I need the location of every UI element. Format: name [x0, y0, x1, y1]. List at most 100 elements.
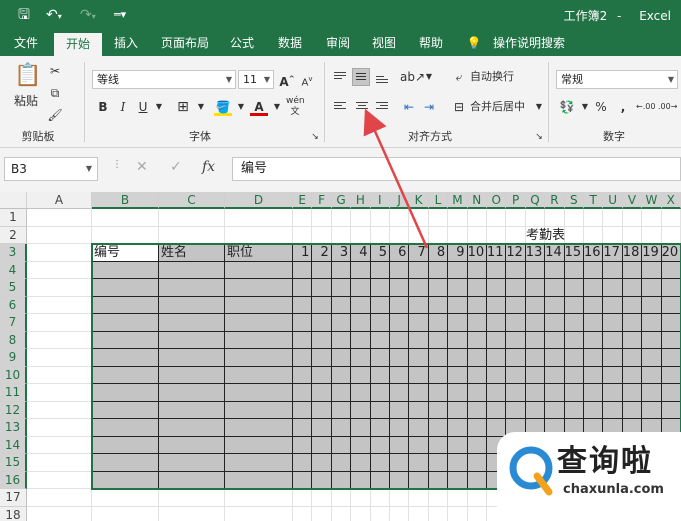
row-header-16[interactable]: 16 [0, 471, 27, 489]
table-cell[interactable] [351, 261, 371, 279]
table-cell[interactable] [312, 471, 332, 489]
table-cell[interactable] [428, 296, 449, 314]
table-cell[interactable] [487, 314, 507, 332]
table-cell[interactable] [370, 384, 390, 402]
table-cell[interactable] [293, 331, 313, 349]
table-cell[interactable] [428, 349, 449, 367]
cell[interactable] [584, 226, 604, 244]
cell[interactable] [525, 209, 546, 227]
table-cell[interactable] [390, 384, 410, 402]
cell[interactable] [312, 226, 332, 244]
table-cell[interactable] [351, 296, 371, 314]
column-header-d[interactable]: D [225, 192, 293, 209]
table-cell[interactable] [92, 261, 159, 279]
table-cell[interactable] [390, 331, 410, 349]
table-cell[interactable] [428, 331, 449, 349]
chevron-down-icon[interactable]: ▼ [268, 98, 286, 116]
table-cell[interactable] [642, 279, 662, 297]
table-cell[interactable] [525, 366, 546, 384]
table-cell[interactable] [448, 419, 468, 437]
day-number-cell[interactable]: 15 [564, 244, 584, 262]
table-cell[interactable] [467, 279, 487, 297]
table-cell[interactable] [92, 314, 159, 332]
table-cell[interactable] [225, 401, 293, 419]
table-cell[interactable] [661, 314, 681, 332]
table-cell[interactable] [467, 314, 487, 332]
table-cell[interactable] [351, 279, 371, 297]
cell[interactable] [27, 314, 92, 332]
row-header-1[interactable]: 1 [0, 209, 27, 227]
table-cell[interactable] [312, 384, 332, 402]
table-cell[interactable] [448, 349, 468, 367]
row-header-17[interactable]: 17 [0, 489, 27, 507]
table-cell[interactable] [525, 331, 546, 349]
tab-data[interactable]: 数据 [270, 30, 310, 56]
table-cell[interactable] [487, 331, 507, 349]
cell[interactable] [331, 226, 352, 244]
cell[interactable] [159, 506, 225, 521]
table-cell[interactable] [642, 261, 662, 279]
cell[interactable] [27, 349, 92, 367]
table-cell[interactable] [428, 436, 449, 454]
table-cell[interactable] [312, 349, 332, 367]
column-header-i[interactable]: I [370, 192, 390, 209]
cell[interactable] [603, 209, 623, 227]
cell[interactable] [27, 261, 92, 279]
cell[interactable] [584, 209, 604, 227]
formula-input[interactable]: 编号 [232, 157, 681, 181]
number-format-combo[interactable]: 常规 ▼ [556, 70, 678, 89]
decrease-indent-icon[interactable]: ⇤ [400, 98, 418, 116]
day-number-cell[interactable]: 1 [293, 244, 313, 262]
table-cell[interactable] [225, 454, 293, 472]
table-cell[interactable] [159, 296, 225, 314]
borders-icon[interactable]: ⊞ [174, 98, 192, 116]
align-center-icon[interactable] [356, 102, 368, 112]
table-cell[interactable] [293, 436, 313, 454]
table-cell[interactable] [225, 261, 293, 279]
row-header-6[interactable]: 6 [0, 296, 27, 314]
chevron-down-icon[interactable]: ▼ [420, 68, 438, 86]
cell[interactable] [390, 226, 410, 244]
table-cell[interactable] [525, 384, 546, 402]
column-header-q[interactable]: Q [525, 192, 546, 209]
cell[interactable] [428, 209, 449, 227]
table-cell[interactable] [622, 314, 643, 332]
table-cell[interactable] [351, 314, 371, 332]
table-cell[interactable] [545, 384, 565, 402]
table-cell[interactable] [331, 279, 352, 297]
table-cell[interactable] [331, 366, 352, 384]
tab-file[interactable]: 文件 [6, 30, 46, 56]
table-cell[interactable] [225, 436, 293, 454]
table-cell[interactable] [390, 279, 410, 297]
table-cell[interactable] [603, 296, 623, 314]
table-cell[interactable] [331, 261, 352, 279]
table-cell[interactable] [312, 314, 332, 332]
cell[interactable] [27, 209, 92, 227]
table-cell[interactable] [293, 419, 313, 437]
table-cell[interactable] [506, 384, 526, 402]
cell[interactable] [27, 401, 92, 419]
table-cell[interactable] [487, 279, 507, 297]
table-cell[interactable] [661, 401, 681, 419]
table-cell[interactable] [603, 366, 623, 384]
table-cell[interactable] [661, 349, 681, 367]
cell[interactable] [642, 226, 662, 244]
column-header-l[interactable]: L [428, 192, 449, 209]
cell[interactable] [27, 331, 92, 349]
table-cell[interactable] [312, 296, 332, 314]
cell[interactable] [351, 506, 371, 521]
column-header-v[interactable]: V [622, 192, 643, 209]
column-header-n[interactable]: N [467, 192, 487, 209]
table-cell[interactable] [448, 331, 468, 349]
day-number-cell[interactable]: 12 [506, 244, 526, 262]
column-header-g[interactable]: G [331, 192, 352, 209]
table-cell[interactable] [487, 261, 507, 279]
table-cell[interactable] [390, 314, 410, 332]
chevron-down-icon[interactable]: ▼ [150, 98, 168, 116]
cell[interactable] [293, 226, 313, 244]
table-cell[interactable] [331, 296, 352, 314]
table-cell[interactable] [331, 401, 352, 419]
table-cell[interactable] [159, 436, 225, 454]
tell-me-search[interactable]: 操作说明搜索 [488, 30, 570, 56]
table-cell[interactable] [487, 366, 507, 384]
